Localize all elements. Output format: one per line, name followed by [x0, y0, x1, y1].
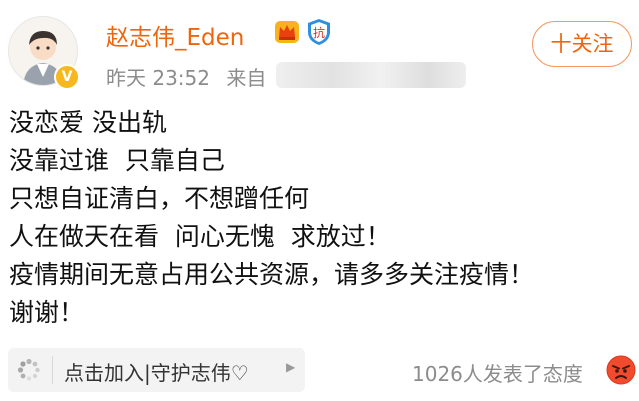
post-source-label: 来自: [226, 66, 267, 90]
join-group-button[interactable]: 点击加入|守护志伟♡ ▶: [8, 348, 305, 392]
join-group-label: 点击加入|守护志伟♡: [64, 361, 249, 385]
post-meta: 昨天 23:52 来自: [106, 62, 276, 91]
post-line: 没恋爱 没出轨: [9, 108, 167, 137]
verified-badge: V: [54, 64, 80, 90]
source-redacted: [276, 62, 466, 88]
follow-button[interactable]: 十关注: [532, 21, 632, 67]
shield-icon: 抗: [308, 19, 330, 45]
divider: [52, 356, 53, 384]
post-line: 只想自证清白，不想蹭任何: [9, 184, 310, 213]
post-body: 没恋爱 没出轨 没靠过谁 只靠自己 只想自证清白，不想蹭任何 人在做天在看 问心…: [9, 104, 534, 332]
loading-dots-icon: [17, 358, 40, 381]
post-line: 疫情期间无意占用公共资源，请多多关注疫情！: [9, 260, 535, 289]
angry-face-icon[interactable]: [606, 355, 636, 385]
svg-text:抗: 抗: [313, 25, 325, 40]
post-line: 谢谢！: [9, 298, 85, 327]
chevron-right-icon: ▶: [286, 360, 296, 374]
post-line: 没靠过谁 只靠自己: [9, 146, 225, 175]
author-name[interactable]: 赵志伟_Eden: [106, 18, 244, 52]
reaction-summary[interactable]: 1026人发表了态度: [412, 358, 583, 387]
post-time: 昨天 23:52: [106, 66, 210, 90]
post-line: 人在做天在看 问心无愧 求放过！: [9, 222, 391, 251]
crown-icon: [275, 21, 299, 43]
